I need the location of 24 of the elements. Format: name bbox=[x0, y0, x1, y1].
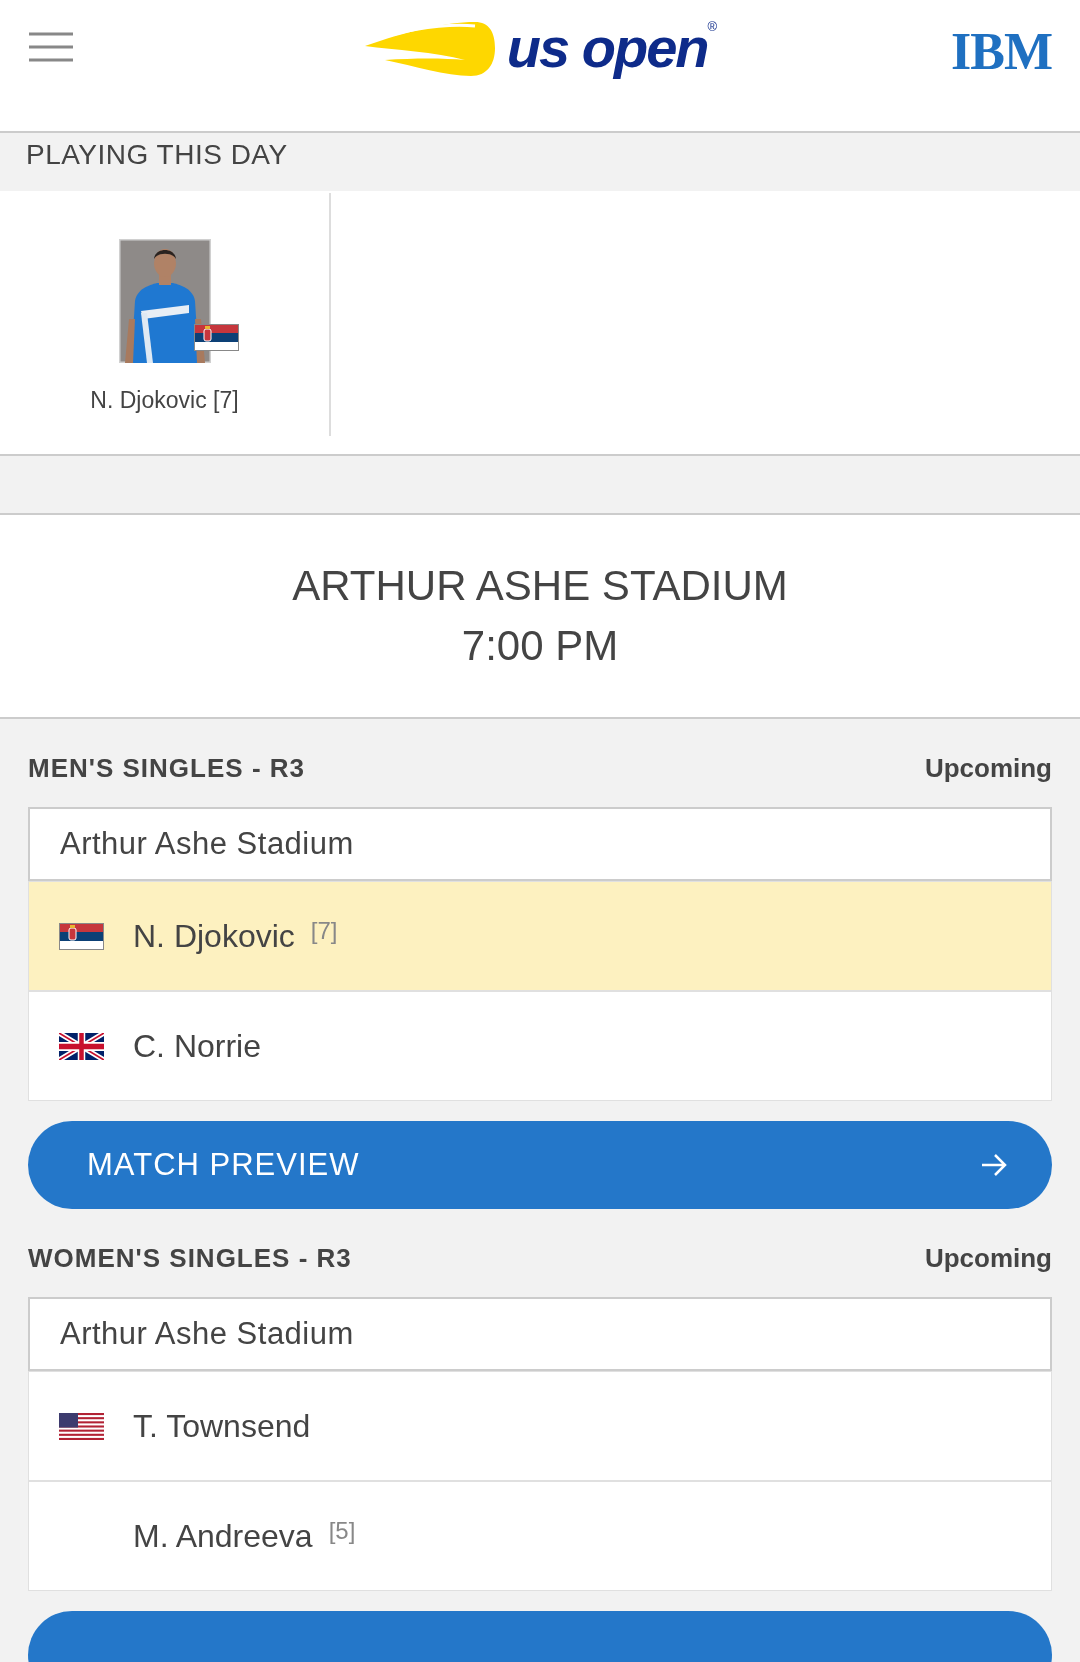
sponsor-logo[interactable]: IBM bbox=[951, 26, 1052, 78]
player-name: N. Djokovic [7] bbox=[90, 387, 239, 414]
player-name: N. Djokovic bbox=[133, 917, 295, 955]
player-name: T. Townsend bbox=[133, 1407, 311, 1445]
court-label: Arthur Ashe Stadium bbox=[28, 807, 1052, 881]
court-label: Arthur Ashe Stadium bbox=[28, 1297, 1052, 1371]
usa-flag-icon bbox=[58, 1412, 104, 1440]
serbia-flag-icon bbox=[58, 922, 104, 950]
arrow-right-icon bbox=[980, 1153, 1008, 1177]
match-status: Upcoming bbox=[924, 1242, 1052, 1274]
match-status: Upcoming bbox=[924, 752, 1052, 784]
menu-icon[interactable] bbox=[29, 32, 73, 62]
section-header: PLAYING THIS DAY bbox=[25, 138, 289, 172]
uk-flag-icon bbox=[58, 1032, 104, 1060]
event-round: WOMEN'S SINGLES - R3 bbox=[28, 1242, 352, 1274]
seed: [5] bbox=[328, 1517, 356, 1545]
start-time: 7:00 PM bbox=[461, 621, 619, 671]
seed: [7] bbox=[310, 917, 338, 945]
event-round: MEN'S SINGLES - R3 bbox=[28, 752, 305, 784]
serbia-flag-icon bbox=[193, 324, 239, 351]
player-name: M. Andreeva bbox=[133, 1517, 313, 1555]
player-name: C. Norrie bbox=[133, 1027, 261, 1065]
court-name: ARTHUR ASHE STADIUM bbox=[292, 561, 788, 611]
match-preview-button[interactable]: MATCH PREVIEW bbox=[28, 1121, 1052, 1209]
